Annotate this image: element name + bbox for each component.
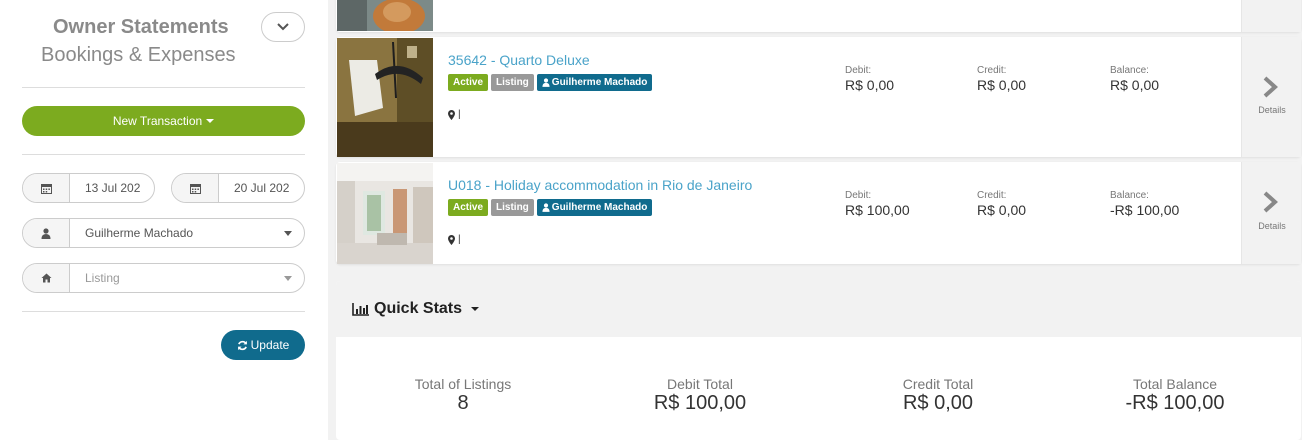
owner-select-value: Guilherme Machado — [85, 226, 194, 240]
update-button[interactable]: Update — [221, 330, 305, 360]
stat-value: R$ 100,00 — [653, 392, 747, 414]
divider — [22, 154, 305, 155]
quick-stats-title: Quick Stats — [374, 300, 463, 317]
divider — [22, 311, 305, 312]
update-label: Update — [250, 338, 290, 352]
listing-card: 35642 - Quarto Deluxe Active Listing Gui… — [336, 37, 1301, 157]
map-marker-icon — [448, 109, 455, 120]
stat-value: -R$ 100,00 — [1125, 392, 1225, 414]
details-button[interactable] — [1241, 0, 1301, 32]
balance-value: -R$ 100,00 — [1110, 202, 1180, 218]
owner-badge-label: Guilherme Machado — [551, 202, 648, 213]
caret-down-icon — [206, 119, 215, 123]
debit-value: R$ 0,00 — [845, 77, 895, 93]
date-to-input[interactable]: 20 Jul 202 — [219, 174, 304, 202]
stat-label: Total of Listings — [414, 376, 512, 392]
user-icon — [542, 78, 550, 87]
balance-value: R$ 0,00 — [1110, 77, 1160, 93]
user-icon — [542, 203, 550, 212]
stat-credit-total: Credit Total R$ 0,00 — [903, 376, 974, 415]
owner-select[interactable]: Guilherme Machado — [22, 218, 305, 248]
location-text: | — [458, 234, 461, 245]
stat-value: 8 — [457, 392, 469, 414]
date-from-field[interactable]: 13 Jul 202 — [22, 173, 155, 203]
page-title: Owner Statements — [53, 16, 229, 38]
stat-total-balance: Total Balance -R$ 100,00 — [1126, 376, 1225, 415]
location: | — [448, 109, 461, 120]
owner-badge-label: Guilherme Machado — [551, 77, 648, 88]
listing-title-link[interactable]: 35642 - Quarto Deluxe — [448, 52, 590, 68]
listing-select[interactable]: Listing — [22, 263, 305, 293]
home-icon — [23, 264, 70, 292]
map-marker-icon — [448, 234, 455, 245]
details-label: Details — [1258, 221, 1286, 231]
details-button[interactable]: Details — [1241, 162, 1301, 264]
calendar-icon — [172, 174, 219, 202]
calendar-icon — [23, 174, 70, 202]
sidebar: Owner Statements Bookings & Expenses New… — [0, 0, 328, 440]
status-badge: Active — [448, 74, 489, 91]
quick-stats-panel: Quick Stats Total of Listings 8 Debit To… — [336, 281, 1301, 440]
debit-label: Debit: — [845, 190, 872, 201]
location: | — [448, 234, 461, 245]
stat-total-listings: Total of Listings 8 — [415, 376, 512, 415]
date-from-input[interactable]: 13 Jul 202 — [70, 174, 154, 202]
divider — [22, 87, 305, 88]
dropdown-caret-icon — [284, 231, 292, 236]
badges: Active Listing Guilherme Machado — [448, 74, 653, 91]
chevron-right-icon — [1263, 76, 1278, 98]
status-badge: Active — [448, 199, 489, 216]
collapse-button[interactable] — [261, 12, 305, 42]
details-label: Details — [1258, 105, 1286, 115]
caret-down-icon — [471, 307, 480, 311]
page-subtitle: Bookings & Expenses — [41, 44, 236, 66]
balance-label: Balance: — [1110, 190, 1149, 201]
owner-badge: Guilherme Machado — [536, 74, 653, 91]
debit-label: Debit: — [845, 65, 872, 76]
listing-photo — [337, 0, 433, 31]
stat-value: R$ 0,00 — [902, 392, 974, 414]
user-icon — [23, 219, 70, 247]
listing-title-link[interactable]: U018 - Holiday accommodation in Rio de J… — [448, 177, 752, 193]
new-transaction-label: New Transaction — [112, 114, 203, 128]
stat-debit-total: Debit Total R$ 100,00 — [654, 376, 746, 415]
quick-stats-toggle[interactable]: Quick Stats — [352, 300, 480, 318]
credit-value: R$ 0,00 — [977, 77, 1027, 93]
listing-card — [336, 0, 1301, 32]
location-text: | — [458, 109, 461, 120]
badges: Active Listing Guilherme Machado — [448, 199, 653, 216]
listing-photo[interactable] — [337, 163, 433, 264]
chevron-down-icon — [277, 23, 289, 31]
stat-label: Debit Total — [667, 376, 733, 392]
bar-chart-icon — [352, 302, 369, 316]
credit-label: Credit: — [977, 65, 1007, 76]
listing-select-placeholder: Listing — [85, 271, 120, 285]
debit-value: R$ 100,00 — [845, 202, 910, 218]
credit-label: Credit: — [977, 190, 1007, 201]
balance-label: Balance: — [1110, 65, 1149, 76]
chevron-right-icon — [1263, 191, 1278, 213]
dropdown-caret-icon — [284, 276, 292, 281]
type-badge: Listing — [491, 199, 534, 216]
listing-card: U018 - Holiday accommodation in Rio de J… — [336, 162, 1301, 264]
stat-label: Total Balance — [1132, 376, 1218, 392]
stat-label: Credit Total — [902, 376, 974, 392]
quick-stats-header: Quick Stats — [336, 281, 1301, 337]
date-to-field[interactable]: 20 Jul 202 — [171, 173, 305, 203]
refresh-icon — [237, 340, 247, 350]
new-transaction-button[interactable]: New Transaction — [22, 106, 305, 136]
credit-value: R$ 0,00 — [977, 202, 1027, 218]
listing-photo[interactable] — [337, 38, 433, 157]
owner-badge: Guilherme Machado — [536, 199, 653, 216]
type-badge: Listing — [491, 74, 534, 91]
details-button[interactable]: Details — [1241, 37, 1301, 157]
